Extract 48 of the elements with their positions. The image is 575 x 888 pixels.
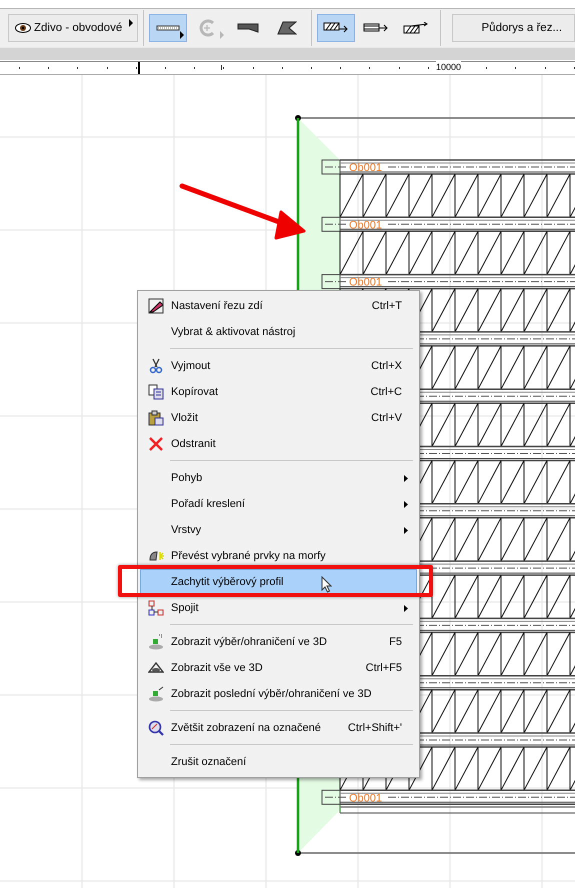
caret-icon [220,31,224,39]
close-icon [148,436,164,452]
scissors-icon [148,358,164,374]
eye-icon [15,23,31,33]
submenu-arrow-icon [404,474,408,482]
caret-icon [129,19,134,27]
menu-item[interactable]: Kopírovat Ctrl+C [140,379,417,405]
menu-item[interactable]: Zvětšit zobrazení na označené Ctrl+Shift+' [140,715,417,741]
view-button[interactable]: Půdorys a řez... [452,14,575,42]
beam-label: Ob001 [349,219,382,232]
menu-item[interactable]: Zobrazit poslední výběr/ohraničení ve 3D [140,681,417,707]
menu-item[interactable]: Vyjmout Ctrl+X [140,353,417,379]
merge-icon [148,600,164,616]
menu-item[interactable]: Odstranit [140,431,417,457]
menu-item[interactable]: Vložit Ctrl+V [140,405,417,431]
submenu-arrow-icon [404,500,408,508]
hatch-arrow-icon [402,22,429,34]
cube-3d-icon [148,686,164,702]
beam-label: Ob001 [349,792,382,804]
zoom-icon [148,720,164,736]
cube-3d-icon [148,634,164,650]
menu-item[interactable]: Pohyb [140,465,417,491]
submenu-arrow-icon [404,604,408,612]
cursor-icon [321,576,332,593]
menu-item[interactable]: Zrušit označení [140,749,417,775]
copy-icon [148,384,164,400]
pen-icon [148,298,164,314]
beam-label: Ob001 [349,276,382,289]
menu-item[interactable]: Zobrazit výběr/ohraničení ve 3D F5 [140,629,417,655]
menu-item[interactable]: Zobrazit vše ve 3D Ctrl+F5 [140,655,417,681]
menu-item[interactable]: Převést vybrané prvky na morfy [140,543,417,569]
layer-button[interactable]: Zdivo - obvodové [8,14,138,42]
beam-tool-icon [236,23,259,33]
slab-tool-icon [277,21,298,35]
clipboard-icon [148,410,164,426]
submenu-arrow-icon [404,526,408,534]
menu-item[interactable]: Pořadí kreslení [140,491,417,517]
beam-label: Ob001 [349,162,382,174]
wall-tool-icon [156,24,180,32]
display-mode-button[interactable] [317,14,356,42]
menu-item[interactable]: Vybrat & aktivovat nástroj [140,319,417,345]
caret-icon [180,31,184,39]
menu-item[interactable]: Vrstvy [140,517,417,543]
hatch-arrow-icon [363,22,390,34]
wall-tool-button[interactable] [149,14,187,42]
menu-item[interactable]: Spojit [140,595,417,621]
menu-item[interactable]: Nastavení řezu zdí Ctrl+T [140,293,417,319]
hatch-arrow-icon [323,22,350,34]
